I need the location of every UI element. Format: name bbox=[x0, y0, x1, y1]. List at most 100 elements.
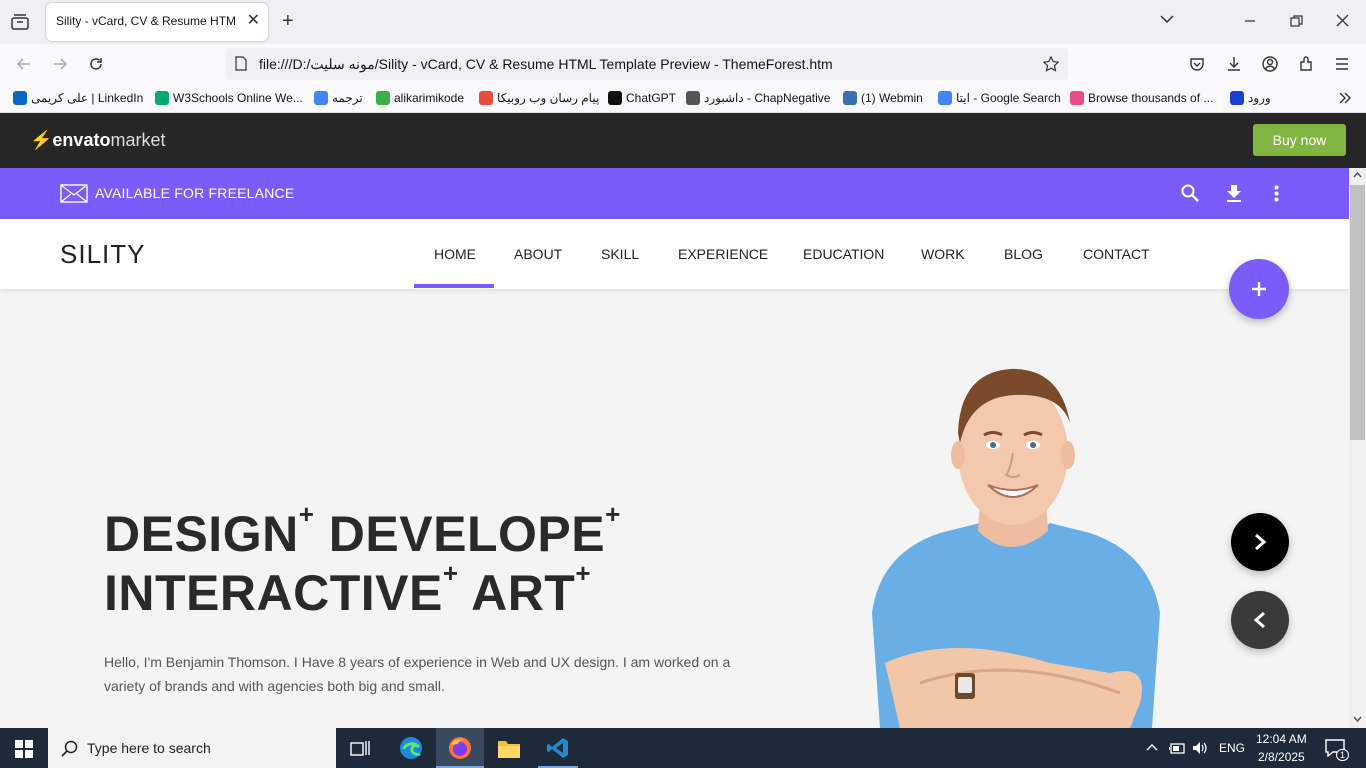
close-tab-icon[interactable]: ✕ bbox=[247, 12, 260, 30]
restore-icon[interactable] bbox=[1290, 15, 1303, 28]
site-brand[interactable]: SILITY bbox=[60, 239, 145, 270]
file-explorer-icon[interactable] bbox=[497, 737, 521, 759]
envato-leaf-icon: ⚡ bbox=[30, 130, 53, 150]
windows-start-icon[interactable] bbox=[15, 740, 33, 758]
firefox-taskbar-button[interactable] bbox=[436, 728, 484, 768]
bookmark-label: داشبورد - ChapNegative bbox=[704, 91, 831, 105]
envato-bar: ⚡envatomarket Buy now bbox=[0, 113, 1366, 168]
bookmark-label: alikarimikode bbox=[394, 91, 465, 105]
search-icon[interactable] bbox=[1181, 184, 1199, 202]
w3schools-icon bbox=[155, 91, 169, 105]
add-fab-button[interactable] bbox=[1229, 259, 1289, 319]
bookmark-item[interactable]: ترجمه bbox=[314, 91, 363, 105]
freelance-bar: AVAILABLE FOR FREELANCE bbox=[0, 168, 1349, 219]
nav-about[interactable]: ABOUT bbox=[514, 246, 562, 262]
bookmark-label: ورود bbox=[1248, 91, 1271, 105]
plus-icon bbox=[1252, 282, 1266, 296]
bookmark-label: ترجمه bbox=[332, 91, 363, 105]
taskbar-search-box[interactable]: Type here to search bbox=[48, 728, 336, 768]
search-icon bbox=[61, 740, 78, 757]
nav-home[interactable]: HOME bbox=[434, 246, 476, 262]
extensions-icon[interactable] bbox=[1298, 56, 1314, 72]
task-view-icon[interactable] bbox=[350, 739, 370, 757]
download-icon[interactable] bbox=[1226, 184, 1242, 202]
envato-logo-bold: envato bbox=[52, 130, 111, 150]
hero-sup: + bbox=[575, 558, 592, 588]
clock-time[interactable]: 12:04 AM bbox=[1256, 732, 1307, 746]
back-icon[interactable] bbox=[16, 56, 32, 72]
tab-bar: Sility - vCard, CV & Resume HTML Templat… bbox=[0, 0, 1366, 44]
tab-overview-icon[interactable] bbox=[11, 14, 29, 30]
active-tab[interactable]: Sility - vCard, CV & Resume HTML Templat… bbox=[46, 3, 268, 41]
bookmark-star-icon[interactable] bbox=[1043, 56, 1059, 72]
bookmark-item[interactable]: ورود bbox=[1230, 91, 1271, 105]
bookmark-item[interactable]: ChatGPT bbox=[608, 91, 676, 105]
envelope-icon bbox=[60, 184, 88, 203]
nav-experience[interactable]: EXPERIENCE bbox=[678, 246, 768, 262]
clock-date[interactable]: 2/8/2025 bbox=[1258, 750, 1305, 764]
nav-education[interactable]: EDUCATION bbox=[803, 246, 884, 262]
hero-word-interactive: INTERACTIVE bbox=[104, 565, 443, 621]
downloads-icon[interactable] bbox=[1226, 56, 1242, 72]
site-header: SILITY HOME ABOUT SKILL EXPERIENCE EDUCA… bbox=[0, 219, 1349, 289]
hero-headline-line-2: INTERACTIVE+ ART+ bbox=[104, 558, 591, 622]
list-tabs-icon[interactable] bbox=[1160, 14, 1174, 24]
chatgpt-icon bbox=[608, 91, 622, 105]
bookmark-label: پیام رسان وب روبیکا bbox=[497, 91, 600, 105]
envato-logo[interactable]: ⚡envatomarket bbox=[30, 130, 165, 151]
pocket-icon[interactable] bbox=[1189, 56, 1205, 72]
bookmark-item[interactable]: پیام رسان وب روبیکا bbox=[479, 91, 599, 105]
check-icon bbox=[376, 91, 390, 105]
web-page: ⚡envatomarket Buy now AVAILABLE FOR FREE… bbox=[0, 113, 1366, 728]
linkedin-icon bbox=[13, 91, 27, 105]
more-bookmarks-icon[interactable] bbox=[1338, 91, 1352, 105]
bookmark-item[interactable]: ایتا - Google Search bbox=[938, 91, 1061, 105]
nav-work[interactable]: WORK bbox=[921, 246, 965, 262]
bookmark-item[interactable]: alikarimikode bbox=[376, 91, 464, 105]
hero-sup: + bbox=[442, 558, 459, 588]
chevron-left-icon bbox=[1253, 611, 1265, 629]
vscode-taskbar-button[interactable] bbox=[538, 728, 578, 768]
menu-icon[interactable] bbox=[1334, 56, 1350, 72]
url-text: file:///D:/مونه سلیت/Sility - vCard, CV … bbox=[259, 56, 833, 72]
dribbble-icon bbox=[1070, 91, 1084, 105]
bookmark-item[interactable]: W3Schools Online We... bbox=[155, 91, 303, 105]
nav-skill[interactable]: SKILL bbox=[601, 246, 639, 262]
bookmark-label: ChatGPT bbox=[626, 91, 677, 105]
account-icon[interactable] bbox=[1262, 56, 1278, 72]
scrollbar-thumb[interactable] bbox=[1350, 185, 1365, 440]
bookmark-item[interactable]: (1) Webmin bbox=[843, 91, 923, 105]
show-hidden-icons-icon[interactable] bbox=[1146, 743, 1158, 751]
bookmark-item[interactable]: Browse thousands of ... bbox=[1070, 91, 1213, 105]
bookmark-label: (1) Webmin bbox=[861, 91, 923, 105]
hero-word-develope: DEVELOPE bbox=[328, 506, 606, 562]
taskbar-search-placeholder: Type here to search bbox=[87, 740, 211, 756]
bag-icon bbox=[1230, 91, 1244, 105]
volume-icon[interactable] bbox=[1192, 741, 1208, 755]
edge-icon[interactable] bbox=[399, 736, 423, 760]
url-bar[interactable]: file:///D:/مونه سلیت/Sility - vCard, CV … bbox=[226, 48, 1068, 80]
bookmark-item[interactable]: علی کریمی | LinkedIn bbox=[13, 91, 143, 105]
language-indicator[interactable]: ENG bbox=[1219, 741, 1245, 755]
bookmark-label: ایتا - Google Search bbox=[956, 91, 1061, 105]
bookmark-label: علی کریمی | LinkedIn bbox=[31, 91, 144, 105]
bookmark-item[interactable]: داشبورد - ChapNegative bbox=[686, 91, 830, 105]
battery-icon[interactable] bbox=[1169, 741, 1187, 755]
buy-now-button[interactable]: Buy now bbox=[1253, 124, 1346, 156]
prev-slide-button[interactable] bbox=[1231, 591, 1289, 649]
bookmark-label: Browse thousands of ... bbox=[1088, 91, 1214, 105]
nav-contact[interactable]: CONTACT bbox=[1083, 246, 1150, 262]
minimize-icon[interactable] bbox=[1244, 14, 1256, 26]
new-tab-icon[interactable]: + bbox=[282, 11, 294, 31]
chevron-right-icon bbox=[1255, 533, 1267, 551]
next-slide-button[interactable] bbox=[1231, 513, 1289, 571]
close-window-icon[interactable] bbox=[1336, 14, 1349, 27]
forward-icon[interactable] bbox=[52, 56, 68, 72]
windows-taskbar: Type here to search ENG 12:04 AM 2/8/202… bbox=[0, 728, 1366, 768]
more-vert-icon[interactable] bbox=[1274, 185, 1279, 202]
navigation-bar: file:///D:/مونه سلیت/Sility - vCard, CV … bbox=[0, 44, 1366, 84]
nav-blog[interactable]: BLOG bbox=[1004, 246, 1043, 262]
scroll-down-icon[interactable] bbox=[1353, 716, 1362, 722]
scroll-up-icon[interactable] bbox=[1353, 172, 1362, 178]
reload-icon[interactable] bbox=[88, 56, 104, 72]
